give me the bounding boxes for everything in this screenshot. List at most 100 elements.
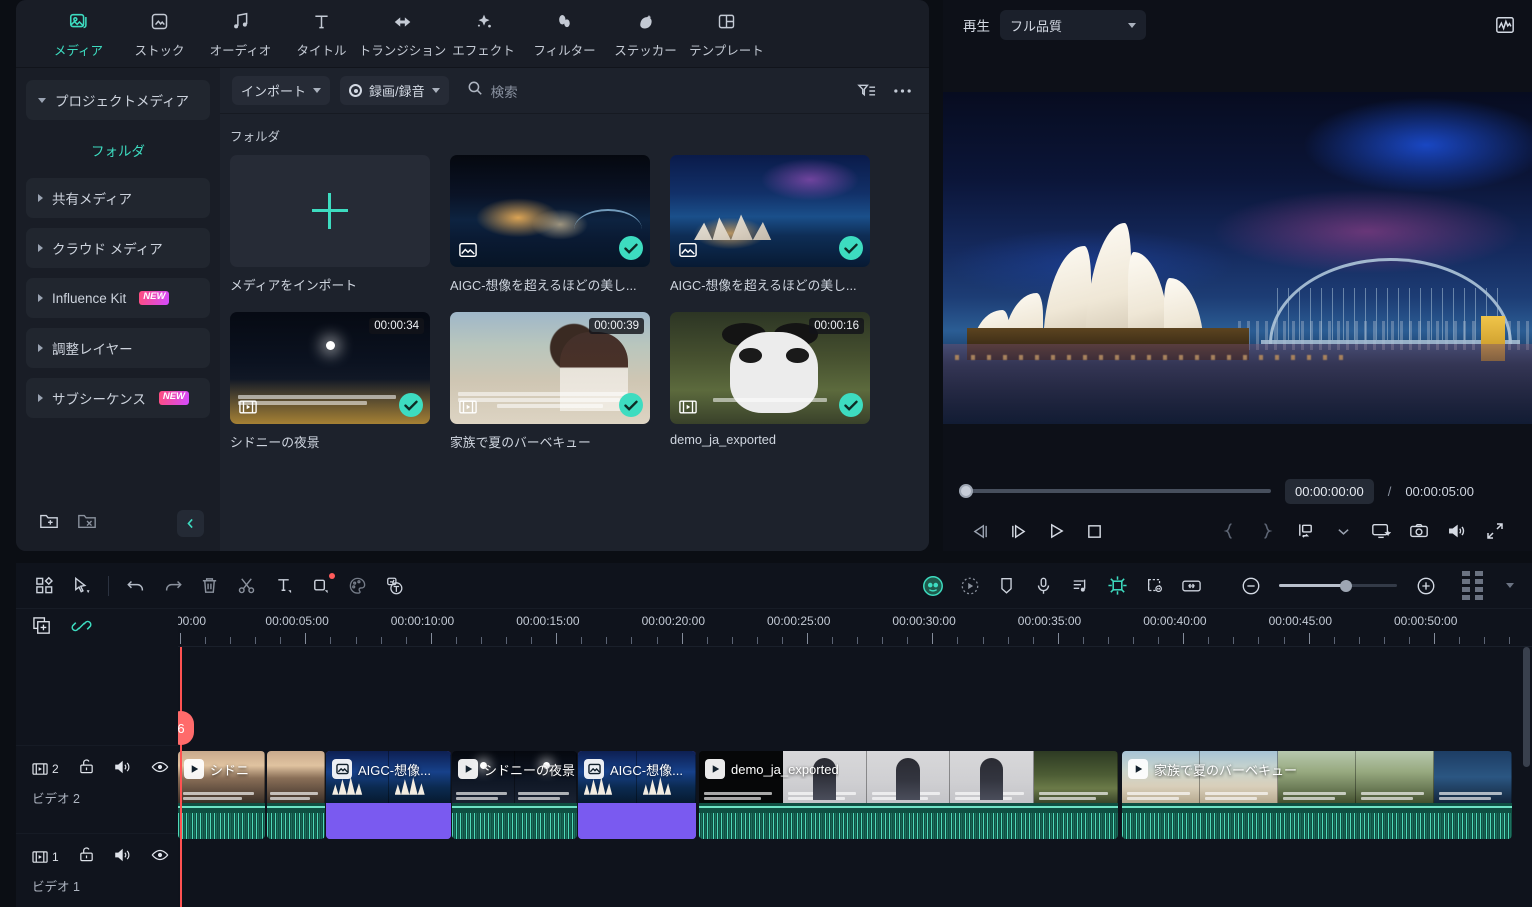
tab-filter[interactable]: フィルター [524, 3, 605, 65]
play-button[interactable] [1037, 515, 1075, 547]
mark-in-button[interactable] [1210, 515, 1248, 547]
unlock-icon[interactable] [78, 846, 95, 868]
eye-icon[interactable] [151, 760, 169, 779]
record-button[interactable]: 録画/録音 [340, 76, 449, 105]
ai-copilot-button[interactable] [914, 570, 951, 602]
volume-button[interactable] [1438, 515, 1476, 547]
timeline-ruler[interactable]: 00:00 00:00:05:00 00:00:10:00 00:00:15:00 00… [178, 609, 1532, 647]
marker-button[interactable] [988, 570, 1025, 602]
prev-frame-button[interactable] [961, 515, 999, 547]
zoom-out-button[interactable] [1232, 570, 1269, 602]
keyframe-button[interactable] [1136, 570, 1173, 602]
zoom-slider-handle[interactable] [1340, 579, 1353, 592]
snapshot-button[interactable] [1400, 515, 1438, 547]
media-item-import[interactable]: メディアをインポート [230, 155, 430, 294]
playback-scrubber[interactable] [959, 484, 1271, 498]
scrubber-handle[interactable] [959, 484, 973, 498]
undo-button[interactable] [117, 570, 154, 602]
timeline-view-button[interactable] [1454, 570, 1491, 602]
current-timecode[interactable]: 00:00:00:00 [1285, 478, 1374, 504]
add-track-icon[interactable] [32, 616, 53, 641]
tab-audio[interactable]: オーディオ [200, 3, 281, 65]
more-options-icon[interactable] [889, 78, 915, 104]
sidebar-item-adjustment-layer[interactable]: 調整レイヤー [26, 328, 210, 368]
media-thumbnail[interactable]: 00:00:39 [450, 312, 650, 424]
sidebar-item-project-media[interactable]: プロジェクトメディア [26, 80, 210, 120]
audio-mixer-button[interactable] [1062, 570, 1099, 602]
aspect-ratio-button[interactable] [1286, 515, 1324, 547]
timeline-view-dropdown[interactable] [1491, 570, 1528, 602]
color-palette-button[interactable] [339, 570, 376, 602]
timeline-clip[interactable]: demo_ja_exported [699, 751, 1118, 839]
media-thumbnail[interactable]: 00:00:16 [670, 312, 870, 424]
fit-timeline-button[interactable] [1173, 570, 1210, 602]
sidebar-item-subsequence[interactable]: サブシーケンス NEW [26, 378, 210, 418]
new-folder-icon[interactable] [38, 511, 60, 536]
tab-transition[interactable]: トランジション [359, 3, 446, 65]
timeline-layout-button[interactable] [26, 570, 63, 602]
quality-dropdown[interactable]: フル品質 [1000, 10, 1146, 40]
unlock-icon[interactable] [78, 758, 95, 780]
sidebar-item-influence-kit[interactable]: Influence Kit NEW [26, 278, 210, 318]
text-tool-button[interactable] [265, 570, 302, 602]
sidebar-item-shared-media[interactable]: 共有メディア [26, 178, 210, 218]
stop-button[interactable] [1075, 515, 1113, 547]
timeline-tracks[interactable]: 6 シドニ AIGC-想像... シドニーの夜景 AIGC-想像... demo_ja_… [178, 647, 1532, 907]
media-item[interactable]: AIGC-想像を超えるほどの美し... [670, 155, 870, 294]
crop-tool-button[interactable] [302, 570, 339, 602]
tab-stock[interactable]: ストック [119, 3, 200, 65]
sidebar-item-folder[interactable]: フォルダ [26, 130, 210, 170]
tab-template[interactable]: テンプレート [686, 3, 767, 65]
mark-out-button[interactable] [1248, 515, 1286, 547]
timeline-clip[interactable]: シドニ [178, 751, 265, 839]
render-preview-button[interactable] [1362, 515, 1400, 547]
track-header-video2[interactable]: 2 ビデオ 2 [16, 745, 178, 833]
media-item[interactable]: 00:00:16 demo_ja_exported [670, 312, 870, 451]
speed-button[interactable] [951, 570, 988, 602]
zoom-slider[interactable] [1279, 579, 1397, 592]
media-item[interactable]: 00:00:39 家族で夏のバーベキュー [450, 312, 650, 451]
aspect-dropdown-button[interactable] [1324, 515, 1362, 547]
voiceover-button[interactable] [1025, 570, 1062, 602]
speaker-icon[interactable] [114, 847, 132, 868]
timeline-clip[interactable]: AIGC-想像... [326, 751, 451, 839]
import-media-dropzone[interactable] [230, 155, 430, 267]
media-item[interactable]: 00:00:34 シドニーの夜景 [230, 312, 430, 451]
timeline-clip[interactable] [267, 751, 325, 839]
eye-icon[interactable] [151, 848, 169, 867]
tab-sticker[interactable]: ステッカー [605, 3, 686, 65]
filter-sort-icon[interactable] [853, 78, 879, 104]
redo-button[interactable] [154, 570, 191, 602]
delete-button[interactable] [191, 570, 228, 602]
media-thumbnail[interactable] [450, 155, 650, 267]
collapse-panel-button[interactable] [177, 509, 204, 537]
timeline-vertical-scrollbar[interactable] [1523, 647, 1530, 767]
link-icon[interactable] [71, 616, 92, 641]
tab-media[interactable]: メディア [38, 3, 119, 65]
snap-button[interactable] [1099, 570, 1136, 602]
track-header-video1[interactable]: 1 ビデオ 1 [16, 833, 178, 907]
speaker-icon[interactable] [114, 759, 132, 780]
timeline-clip[interactable]: 家族で夏のバーベキュー [1122, 751, 1512, 839]
timeline-clip[interactable]: AIGC-想像... [578, 751, 696, 839]
timeline-clip[interactable]: シドニーの夜景 [452, 751, 577, 839]
split-button[interactable] [228, 570, 265, 602]
media-thumbnail[interactable] [670, 155, 870, 267]
tab-title[interactable]: タイトル [281, 3, 362, 65]
tab-effect[interactable]: エフェクト [443, 3, 524, 65]
media-thumbnail[interactable]: 00:00:34 [230, 312, 430, 424]
preview-video-canvas[interactable] [943, 91, 1532, 424]
import-button[interactable]: インポート [232, 76, 331, 105]
track-row[interactable]: シドニ AIGC-想像... シドニーの夜景 AIGC-想像... demo_ja_ex… [178, 751, 1532, 839]
delete-folder-icon[interactable] [76, 511, 98, 536]
audio-waveform-icon[interactable] [1492, 12, 1518, 38]
media-item[interactable]: AIGC-想像を超えるほどの美し... [450, 155, 650, 294]
speech-to-text-button[interactable] [376, 570, 413, 602]
playhead[interactable]: 6 [178, 647, 194, 907]
zoom-in-button[interactable] [1407, 570, 1444, 602]
sidebar-item-cloud-media[interactable]: クラウド メディア [26, 228, 210, 268]
search-input[interactable]: 検索 [467, 80, 518, 101]
select-tool-button[interactable] [63, 570, 100, 602]
fullscreen-button[interactable] [1476, 515, 1514, 547]
next-frame-button[interactable] [999, 515, 1037, 547]
